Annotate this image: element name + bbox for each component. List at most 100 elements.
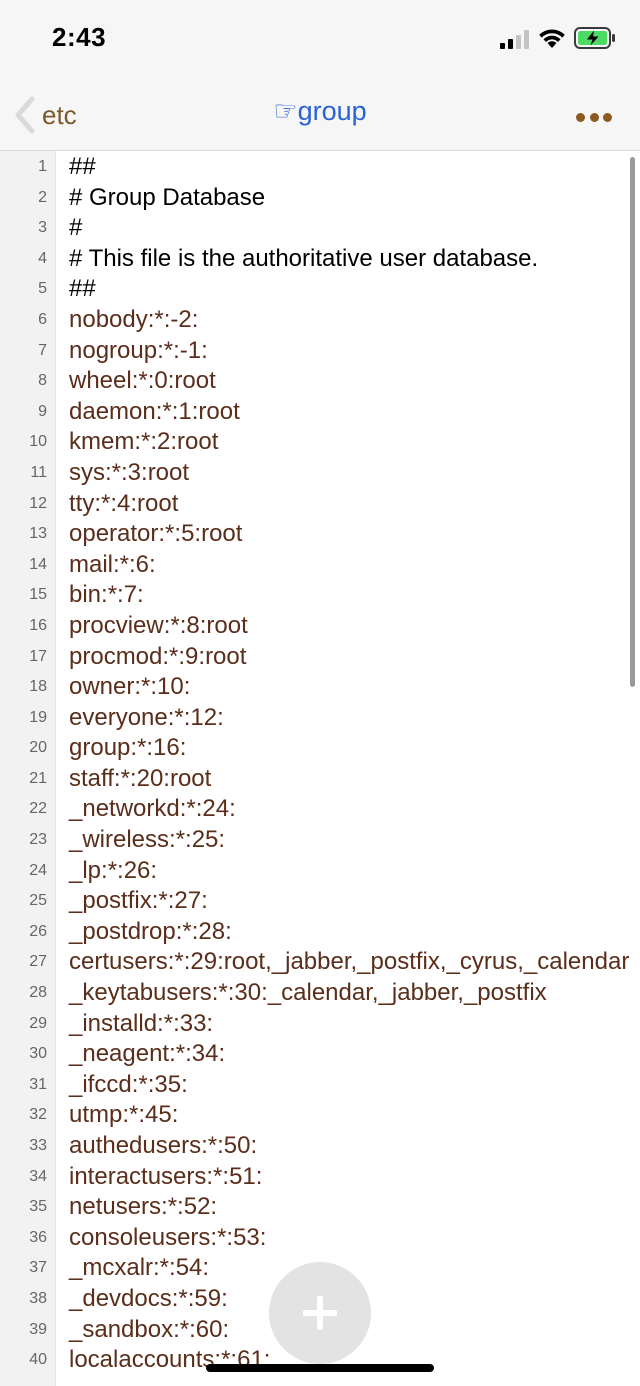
line-text[interactable]: # This file is the authoritative user da… [56,244,640,275]
line-text[interactable]: owner:*:10: [56,672,640,703]
line-text[interactable]: consoleusers:*:53: [56,1223,640,1254]
line-number: 34 [29,1167,47,1185]
line-text[interactable]: ## [56,274,640,305]
code-line[interactable]: 30 _neagent:*:34: [0,1039,640,1070]
line-text[interactable]: kmem:*:2:root [56,427,640,458]
line-number: 20 [29,739,47,757]
code-line[interactable]: 20 group:*:16: [0,733,640,764]
code-line[interactable]: 8 wheel:*:0:root [0,366,640,397]
line-text[interactable]: procmod:*:9:root [56,642,640,673]
code-line[interactable]: 25 _postfix:*:27: [0,886,640,917]
code-line[interactable]: 3 # [0,213,640,244]
code-line[interactable]: 36 consoleusers:*:53: [0,1223,640,1254]
code-line[interactable]: 29 _installd:*:33: [0,1009,640,1040]
status-bar: 2:43 [0,0,640,80]
code-line[interactable]: 18 owner:*:10: [0,672,640,703]
code-line[interactable]: 21 staff:*:20:root [0,764,640,795]
line-text[interactable]: staff:*:20:root [56,764,640,795]
line-text[interactable]: # [56,213,640,244]
line-text[interactable]: mail:*:6: [56,550,640,581]
line-text[interactable]: interactusers:*:51: [56,1162,640,1193]
line-number: 33 [29,1137,47,1154]
text-editor[interactable]: 1 ## 2 # Group Database 3 #4 # This file is th… [0,151,640,1386]
line-text[interactable]: nogroup:*:-1: [56,336,640,367]
code-line[interactable]: 27 certusers:*:29:root,_jabber,_postfix,_… [0,947,640,978]
code-line[interactable]: 34 interactusers:*:51: [0,1162,640,1193]
code-line[interactable]: 31 _ifccd:*:35: [0,1070,640,1101]
code-line[interactable]: 24 _lp:*:26: [0,856,640,887]
add-button[interactable] [269,1262,371,1364]
code-line[interactable]: 19 everyone:*:12: [0,703,640,734]
line-number: 18 [29,678,47,696]
code-line[interactable]: 14 mail:*:6: [0,550,640,581]
code-line[interactable]: 6 nobody:*:-2: [0,305,640,336]
code-line[interactable]: 17 procmod:*:9:root [0,642,640,673]
more-options-button[interactable] [576,102,612,132]
line-text[interactable]: nobody:*:-2: [56,305,640,336]
line-number: 24 [29,861,47,879]
code-line[interactable]: 9 daemon:*:1:root [0,397,640,428]
line-text[interactable]: procview:*:8:root [56,611,640,642]
code-line[interactable]: 1 ## [0,152,640,183]
line-number: 28 [29,984,47,1002]
line-number: 21 [29,769,47,787]
line-text[interactable]: tty:*:4:root [56,489,640,520]
battery-charging-icon [574,27,616,49]
line-text[interactable]: everyone:*:12: [56,703,640,734]
line-text[interactable]: utmp:*:45: [56,1100,640,1131]
line-text[interactable]: bin:*:7: [56,580,640,611]
line-text[interactable]: wheel:*:0:root [56,366,640,397]
line-text[interactable]: _installd:*:33: [56,1009,640,1040]
line-number: 1 [38,158,47,175]
line-number: 22 [29,800,47,818]
code-line[interactable]: 12 tty:*:4:root [0,489,640,520]
code-line[interactable]: 32 utmp:*:45: [0,1100,640,1131]
line-text[interactable]: _neagent:*:34: [56,1039,640,1070]
line-number: 36 [29,1228,47,1246]
line-text[interactable]: daemon:*:1:root [56,397,640,428]
code-line[interactable]: 26 _postdrop:*:28: [0,917,640,948]
line-number: 3 [38,219,47,237]
line-text[interactable]: _wireless:*:25: [56,825,640,856]
home-indicator [206,1364,434,1372]
code-line[interactable]: 28 _keytabusers:*:30:_calendar,_jabber,_p… [0,978,640,1009]
line-text[interactable]: _lp:*:26: [56,856,640,887]
screen: 2:43 etc ☞group 1 ## 2 # Group Database … [0,0,640,1386]
code-line[interactable]: 16 procview:*:8:root [0,611,640,642]
line-number: 31 [29,1075,47,1093]
line-text[interactable]: sys:*:3:root [56,458,640,489]
code-line[interactable]: 13 operator:*:5:root [0,519,640,550]
line-text[interactable]: authedusers:*:50: [56,1131,640,1162]
line-number: 38 [29,1289,47,1307]
line-text[interactable]: _postfix:*:27: [56,886,640,917]
line-number: 6 [38,310,47,328]
line-number: 10 [29,433,47,451]
line-text[interactable]: group:*:16: [56,733,640,764]
line-text[interactable]: certusers:*:29:root,_jabber,_postfix,_cy… [56,947,640,978]
line-text[interactable]: _postdrop:*:28: [56,917,640,948]
line-number: 26 [29,922,47,940]
line-number: 4 [38,249,47,267]
line-text[interactable]: ## [56,152,640,183]
line-number: 27 [29,953,47,971]
code-line[interactable]: 5 ## [0,274,640,305]
line-text[interactable]: _keytabusers:*:30:_calendar,_jabber,_pos… [56,978,640,1009]
code-line[interactable]: 22 _networkd:*:24: [0,794,640,825]
wifi-icon [537,26,567,50]
code-line[interactable]: 7 nogroup:*:-1: [0,336,640,367]
code-line[interactable]: 10 kmem:*:2:root [0,427,640,458]
code-line[interactable]: 15 bin:*:7: [0,580,640,611]
line-text[interactable]: # Group Database [56,183,640,214]
line-text[interactable]: _ifccd:*:35: [56,1070,640,1101]
code-line[interactable]: 11 sys:*:3:root [0,458,640,489]
vertical-scrollbar[interactable] [630,157,635,687]
code-line[interactable]: 23 _wireless:*:25: [0,825,640,856]
line-text[interactable]: _networkd:*:24: [56,794,640,825]
code-line[interactable]: 4 # This file is the authoritative user d… [0,244,640,275]
line-text[interactable]: operator:*:5:root [56,519,640,550]
code-line[interactable]: 2 # Group Database [0,183,640,214]
code-line[interactable]: 33 authedusers:*:50: [0,1131,640,1162]
code-line[interactable]: 35 netusers:*:52: [0,1192,640,1223]
line-text[interactable]: netusers:*:52: [56,1192,640,1223]
line-number: 37 [29,1259,47,1277]
